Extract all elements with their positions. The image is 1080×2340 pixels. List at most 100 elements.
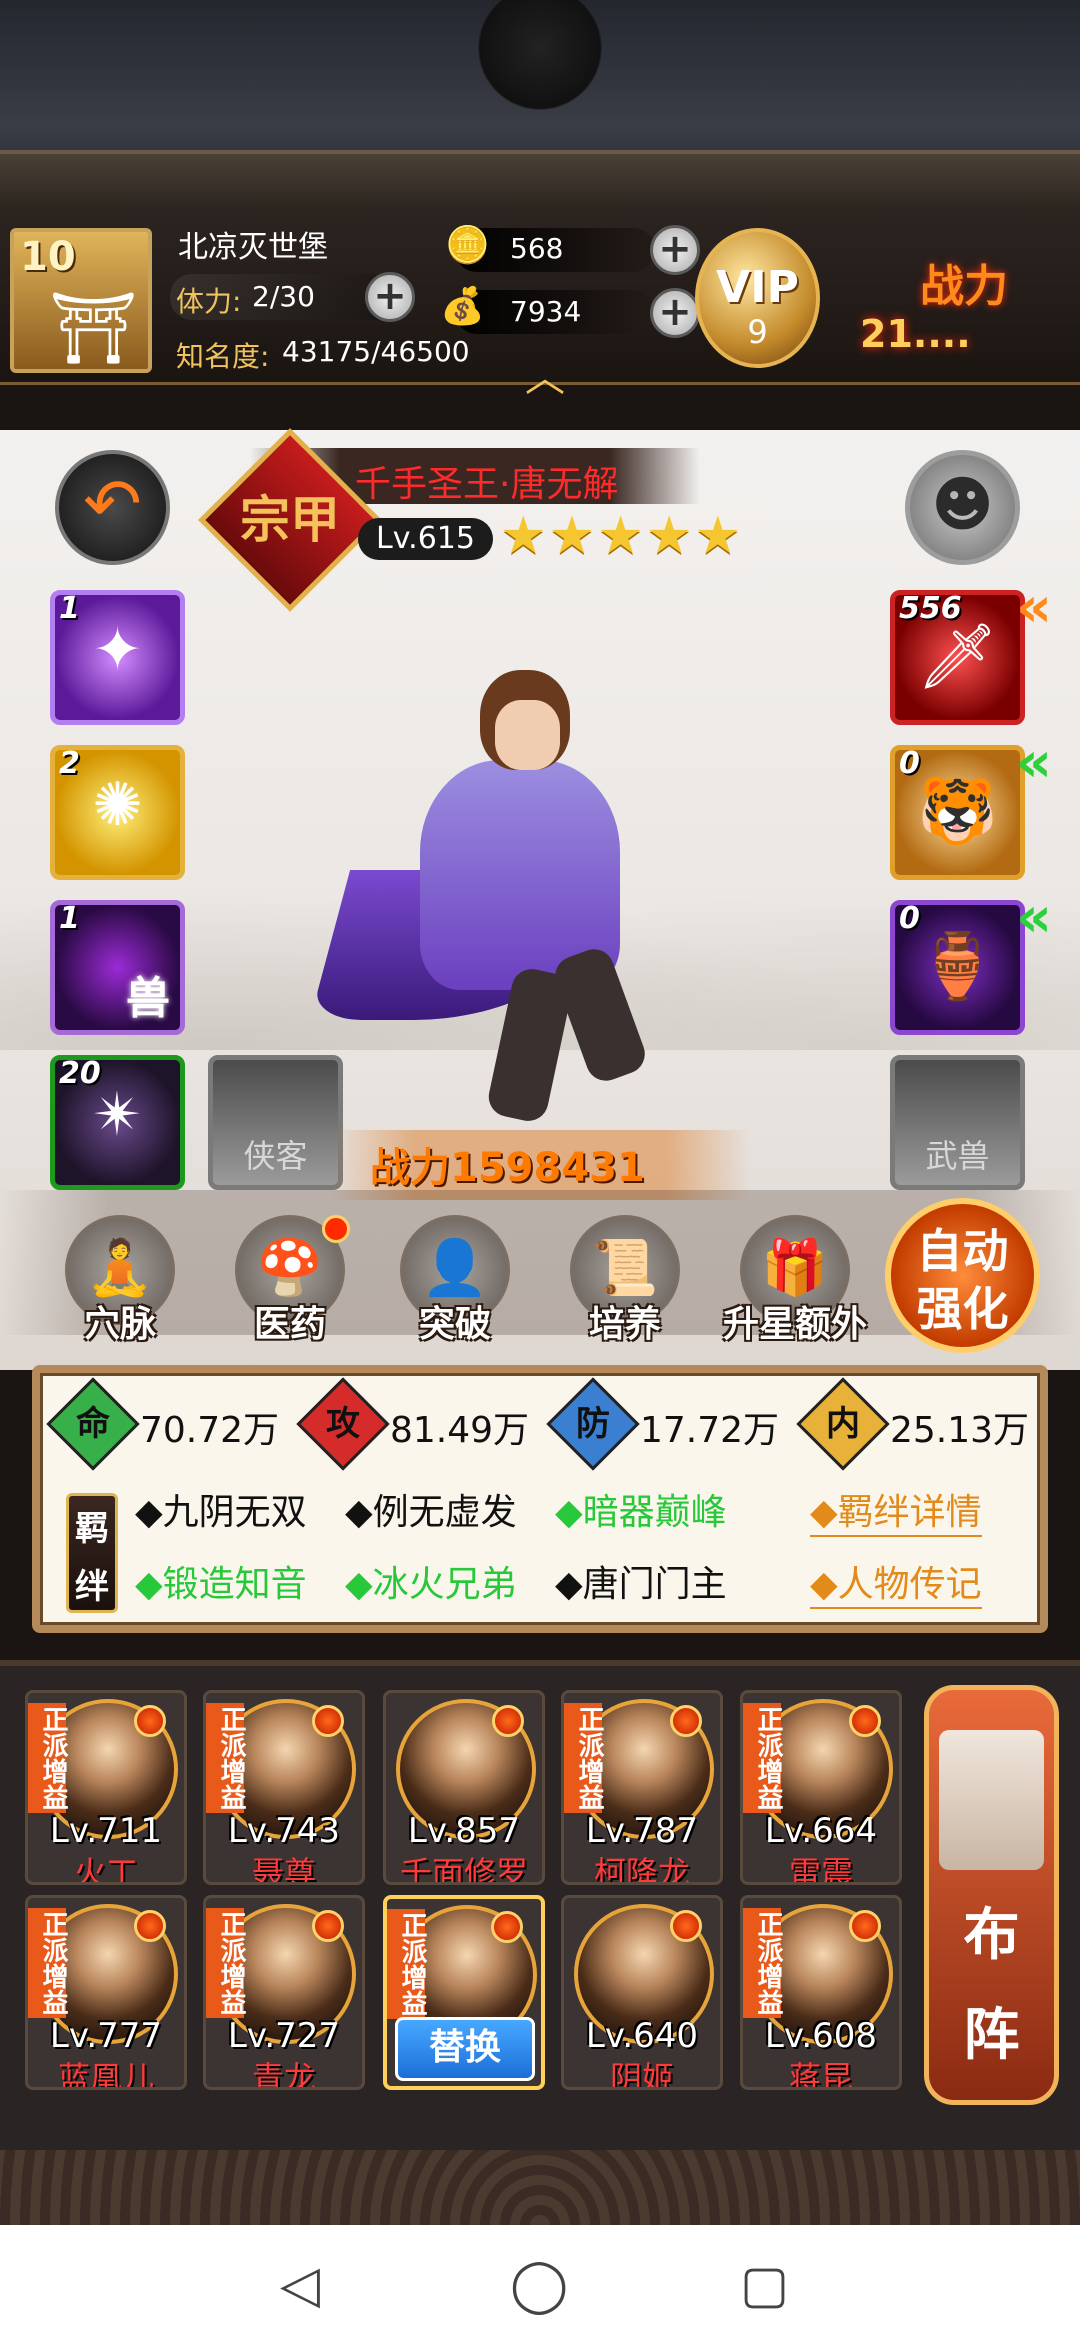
action-label: 升星额外 xyxy=(722,1304,867,1345)
upgrade-arrow-icon: « xyxy=(1015,885,1052,950)
bond-item: ◆九阴无双 xyxy=(135,1492,307,1533)
roster-level: Lv.727 xyxy=(227,2016,341,2056)
total-power-label: 战力 xyxy=(920,261,1008,312)
hero-level: Lv.615 xyxy=(358,518,493,560)
roster-slot[interactable]: 正派增益 Lv.664 雷震 xyxy=(740,1690,902,1885)
status-orb xyxy=(491,1911,523,1943)
bond-details-link[interactable]: ◆羁绊详情 xyxy=(810,1483,982,1537)
roster-slot[interactable]: Lv.857 千面修罗 xyxy=(383,1690,545,1885)
equip-slot-treasure[interactable]: 0 🏺 « xyxy=(890,885,1052,1035)
roster-slot[interactable]: 正派增益 Lv.743 聂尊 xyxy=(203,1690,365,1885)
bond-item: ◆例无虚发 xyxy=(345,1492,517,1533)
chevron-up-icon[interactable]: ︿ xyxy=(525,345,565,403)
faction-tag: 正派增益 xyxy=(743,1908,783,2018)
system-nav-bar: ◁ ◯ ▢ xyxy=(0,2225,1080,2340)
skill-slot-4[interactable]: 20 ✴ xyxy=(50,1055,185,1190)
upgrade-arrow-icon: « xyxy=(1015,575,1052,640)
action-star-up[interactable]: 🎁 升星额外 xyxy=(723,1215,867,1345)
rank-text: 宗甲 xyxy=(240,491,340,549)
roster-name: 千面修罗 xyxy=(399,1854,528,1885)
action-breakthrough[interactable]: 👤 突破 xyxy=(395,1215,515,1345)
roof-ornament xyxy=(470,0,610,120)
hero-portrait xyxy=(300,650,720,1130)
bond-item-active: ◆冰火兄弟 xyxy=(345,1564,517,1605)
auto-enhance-button[interactable]: 自动 强化 xyxy=(885,1198,1040,1353)
roster-slot[interactable]: 正派增益 Lv.608 蒋昆 xyxy=(740,1895,902,2090)
action-medicine[interactable]: 🍄 医药 xyxy=(230,1215,350,1345)
roster-slot[interactable]: Lv.640 阴姬 xyxy=(561,1895,723,2090)
back-button[interactable]: ↶ xyxy=(55,450,170,565)
action-label: 培养 xyxy=(588,1304,661,1345)
roster-name: 青龙 xyxy=(251,2059,316,2090)
total-power-value: 21.... xyxy=(860,312,971,356)
attack-icon: 攻 xyxy=(296,1377,390,1471)
roster-slot[interactable]: 正派增益 Lv.711 火工 xyxy=(25,1690,187,1885)
roster-slot[interactable]: 正派增益 Lv.727 青龙 xyxy=(203,1895,365,2090)
life-value: 70.72万 xyxy=(140,1410,280,1451)
skill-slot-1[interactable]: 1 ✦ xyxy=(50,590,185,725)
add-gold-button[interactable]: + xyxy=(650,288,700,338)
back-arrow-icon: ↶ xyxy=(83,463,142,545)
tiger-icon: 🐯 xyxy=(917,775,998,849)
vip-badge[interactable]: VIP 9 xyxy=(695,228,820,368)
roster-name: 阴姬 xyxy=(609,2059,674,2090)
roster-level: Lv.857 xyxy=(407,1811,521,1851)
add-silver-button[interactable]: + xyxy=(650,225,700,275)
beast-slot[interactable]: 武兽 xyxy=(890,1055,1025,1190)
life-icon: 命 xyxy=(46,1377,140,1471)
total-power: 战力 21.... xyxy=(850,230,1070,370)
stamina-value: 2/30 xyxy=(252,280,315,313)
skill-slot-3[interactable]: 1 兽 xyxy=(50,900,185,1035)
roster-slot-current[interactable]: 正派增益 替换 xyxy=(383,1895,545,2090)
add-stamina-button[interactable]: + xyxy=(365,272,415,322)
action-meridian[interactable]: 🧘 穴脉 xyxy=(60,1215,180,1345)
roof-beam xyxy=(0,150,1080,210)
attack-value: 81.49万 xyxy=(390,1410,530,1451)
roster-name: 蓝凰儿 xyxy=(57,2059,154,2090)
hero-face xyxy=(495,700,560,770)
stats-panel: 命 70.72万 攻 81.49万 防 17.72万 内 25.13万 羁 绊 … xyxy=(32,1365,1048,1633)
swirl-skill-icon: ✺ xyxy=(92,770,143,840)
beast-slot-label: 武兽 xyxy=(925,1137,990,1175)
hero-stars: ★★★★★ xyxy=(500,506,744,566)
roster-slot[interactable]: 正派增益 Lv.777 蓝凰儿 xyxy=(25,1895,187,2090)
defense-value: 17.72万 xyxy=(640,1410,780,1451)
formation-label: 布 xyxy=(963,1903,1020,1968)
castle-badge[interactable]: 10 ⛩ xyxy=(10,228,152,373)
floor-pattern xyxy=(0,2150,1080,2225)
action-train[interactable]: 📜 培养 xyxy=(565,1215,685,1345)
bond-item-active: ◆暗器巅峰 xyxy=(555,1492,727,1533)
hero-name: 千手圣王·唐无解 xyxy=(355,464,619,505)
auto-enhance-label: 自动 xyxy=(916,1224,1009,1278)
equip-slot-weapon[interactable]: 556 🗡 « xyxy=(890,575,1052,725)
nav-back-icon[interactable]: ◁ xyxy=(280,2255,320,2315)
roster-name: 雷震 xyxy=(788,1854,853,1885)
nav-recent-icon[interactable]: ▢ xyxy=(740,2255,789,2315)
mask-button[interactable]: ☻ xyxy=(905,450,1020,565)
action-label: 突破 xyxy=(418,1304,491,1345)
formation-button[interactable]: 布 阵 xyxy=(924,1685,1059,2105)
faction-tag: 正派增益 xyxy=(564,1703,604,1813)
replace-button[interactable]: 替换 xyxy=(395,2017,535,2081)
player-header: 10 ⛩ 北凉灭世堡 体力: 2/30 + 知名度: 43175/46500 🪙… xyxy=(0,210,1080,401)
bond-item-active: ◆锻造知音 xyxy=(135,1564,307,1605)
auto-enhance-label: 强化 xyxy=(916,1282,1009,1336)
equip-slot-mount[interactable]: 0 🐯 « xyxy=(890,730,1052,880)
nav-home-icon[interactable]: ◯ xyxy=(510,2255,568,2315)
beast-skill-text: 兽 xyxy=(126,973,170,1024)
faction-tag: 正派增益 xyxy=(387,1909,427,2019)
weapon-icon: 🗡 xyxy=(916,620,999,694)
roster-level: Lv.787 xyxy=(585,1811,699,1851)
companion-slot-label: 侠客 xyxy=(243,1137,308,1175)
action-label: 医药 xyxy=(253,1304,326,1345)
pagoda-icon: ⛩ xyxy=(49,287,138,369)
hero-power: 战力1598431 xyxy=(370,1145,645,1191)
skill-slot-2[interactable]: 2 ✺ xyxy=(50,745,185,880)
biography-link[interactable]: ◆人物传记 xyxy=(810,1555,982,1609)
roster-name: 聂尊 xyxy=(251,1854,316,1885)
teapot-icon: 🏺 xyxy=(917,930,998,1004)
fame-value: 43175/46500 xyxy=(282,335,470,368)
castle-level: 10 xyxy=(20,234,76,280)
status-orb xyxy=(312,1705,344,1737)
roster-slot[interactable]: 正派增益 Lv.787 柯降龙 xyxy=(561,1690,723,1885)
